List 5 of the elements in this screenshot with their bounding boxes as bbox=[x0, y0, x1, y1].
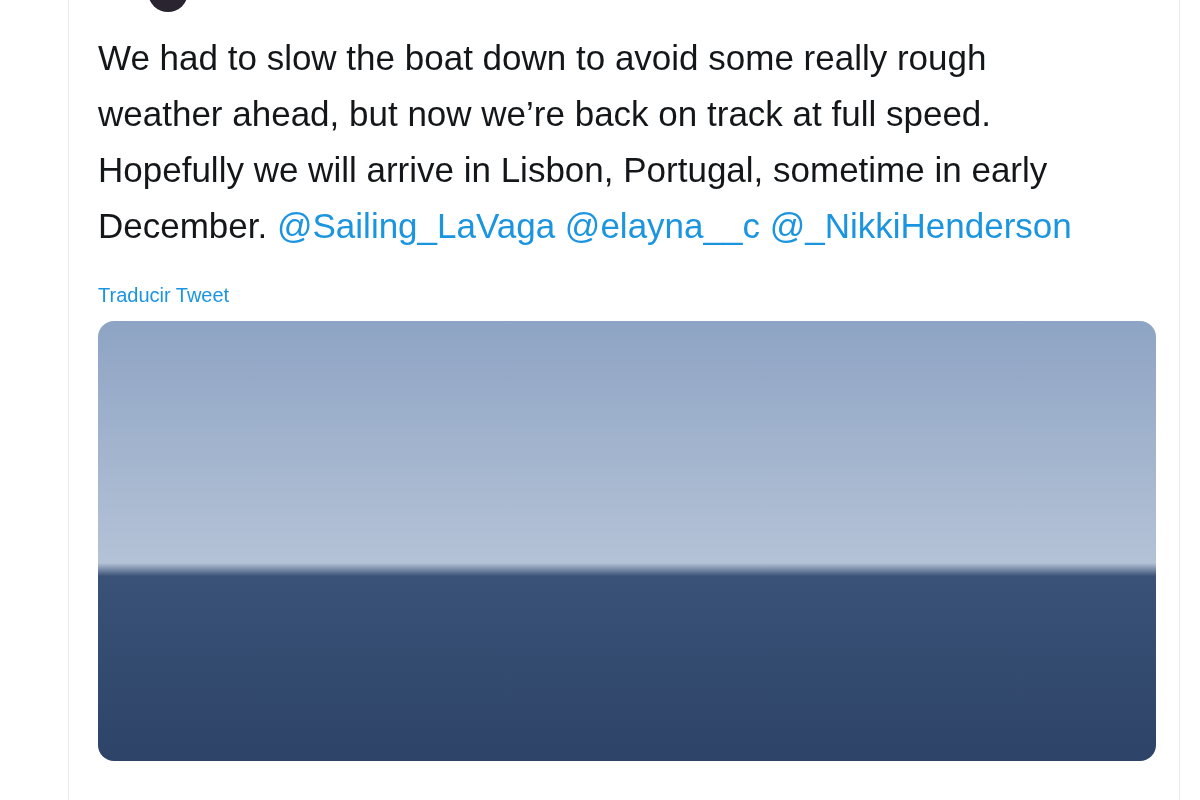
mention-link[interactable]: @elayna__c bbox=[564, 206, 760, 245]
mention-link[interactable]: @_NikkiHenderson bbox=[769, 206, 1072, 245]
mention-link[interactable]: @Sailing_LaVaga bbox=[277, 206, 556, 245]
tweet-text: We had to slow the boat down to avoid some really rough weather ahead, but now we’re back on track at full speed. Hopefully we will arrive in Lisbon, Portugal, sometime in early December. @Sailing_LaVaga @elayna__c @_NikkiHenderson bbox=[98, 37, 1073, 247]
translate-link[interactable]: Traducir Tweet bbox=[98, 284, 230, 307]
